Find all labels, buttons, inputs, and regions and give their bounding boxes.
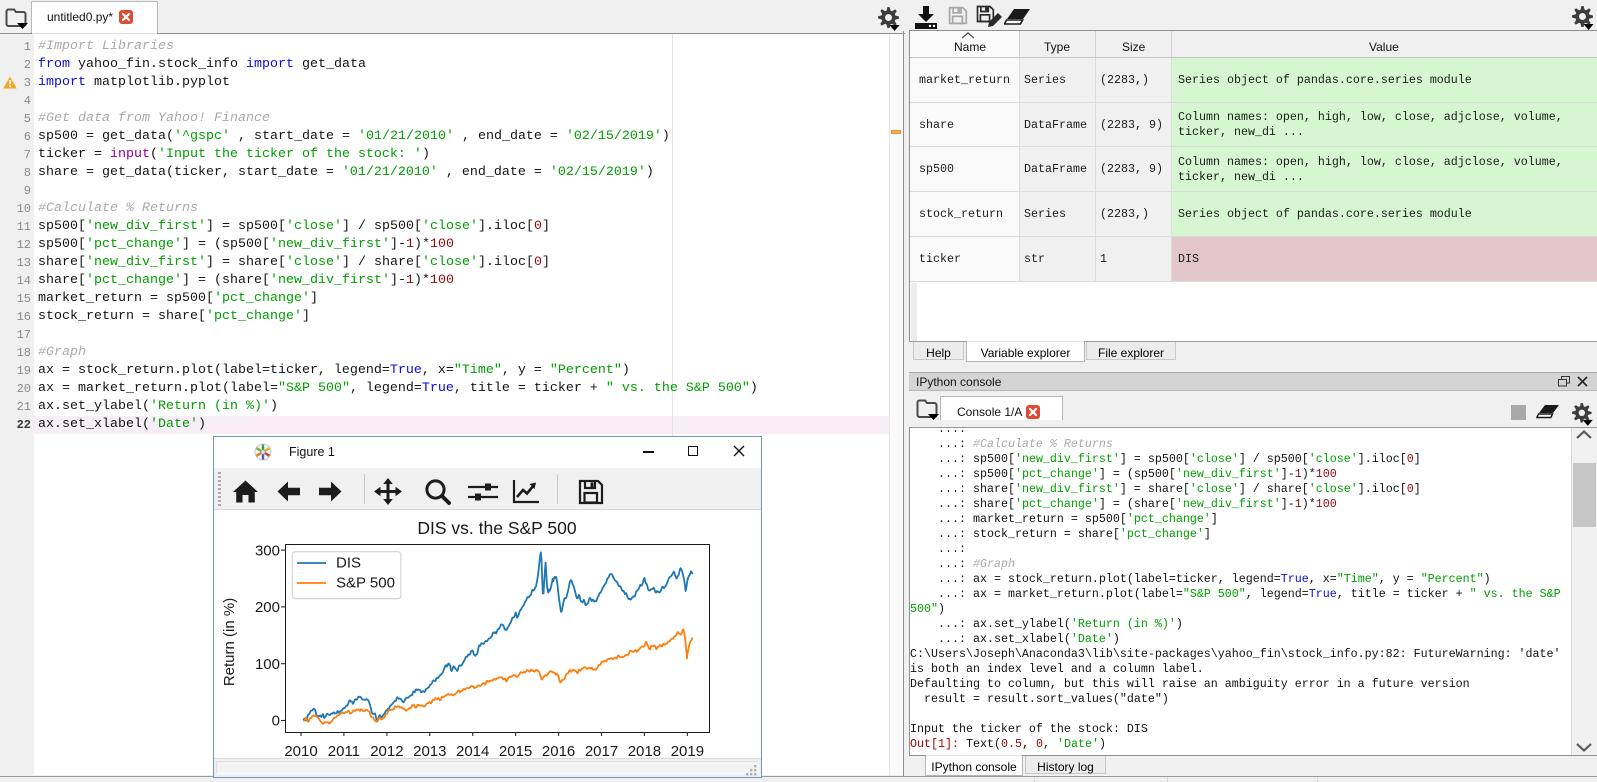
svg-text:2012: 2012 <box>370 743 403 758</box>
svg-text:2017: 2017 <box>585 743 618 758</box>
svg-text:2014: 2014 <box>456 743 489 758</box>
svg-text:2016: 2016 <box>542 743 575 758</box>
svg-text:300: 300 <box>255 542 280 559</box>
svg-text:2018: 2018 <box>628 743 661 758</box>
svg-text:2010: 2010 <box>284 743 317 758</box>
svg-text:2019: 2019 <box>671 743 704 758</box>
svg-text:2015: 2015 <box>499 743 532 758</box>
svg-text:DIS vs. the S&P 500: DIS vs. the S&P 500 <box>417 518 576 538</box>
svg-text:0: 0 <box>272 713 280 730</box>
svg-text:2011: 2011 <box>328 743 360 758</box>
svg-text:DIS: DIS <box>336 555 361 572</box>
svg-text:2013: 2013 <box>413 743 446 758</box>
svg-text:Return (in %): Return (in %) <box>221 598 238 686</box>
svg-text:S&P 500: S&P 500 <box>336 575 395 592</box>
svg-text:100: 100 <box>255 656 280 673</box>
svg-text:200: 200 <box>255 599 280 616</box>
